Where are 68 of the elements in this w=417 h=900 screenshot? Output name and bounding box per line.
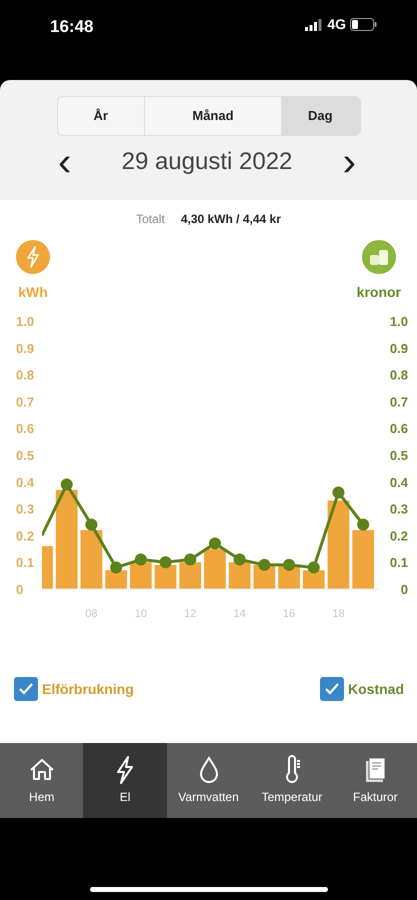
coins-icon [362,240,396,274]
point [357,518,370,531]
y-tick-label: 0.9 [16,340,34,356]
tab-bar-item[interactable]: Fakturor [334,743,417,818]
y-tick-label: 0.7 [16,394,34,410]
bar [42,546,53,589]
y-tick-label: 0.5 [16,448,34,463]
bar [80,530,102,589]
period-tab[interactable]: År [58,97,145,135]
point [134,554,147,566]
y-tick-label: 1.0 [16,314,34,329]
y-tick-label: 0.6 [390,421,408,436]
y-tick-label: 0.8 [16,368,34,383]
point [184,554,196,566]
y-tick-label: 0.3 [390,502,408,517]
y-tick-label: 0.5 [390,448,408,463]
period-tab[interactable]: Dag [282,97,360,135]
total-value: 4,30 kWh / 4,44 kr [180,211,281,228]
y-tick-label: 0.2 [16,528,34,544]
previous-button[interactable]: ‹ [52,142,78,182]
point [110,562,122,574]
y-tick-label: 0.9 [390,340,408,356]
bar [302,570,325,589]
tab-bar-item[interactable]: Temperatur [250,743,334,818]
point [308,562,320,574]
next-button[interactable]: › [336,142,362,182]
point [234,554,246,566]
total-label: Totalt [136,211,165,228]
bar [130,562,152,589]
bar [352,530,374,589]
y-tick-label: 0.8 [390,368,408,383]
axis-unit: kWh [18,283,48,302]
point [283,558,296,571]
bar [179,562,202,589]
checkbox[interactable] [14,677,38,701]
tab-bar-item[interactable]: Varmvatten [166,743,250,818]
point [60,478,73,490]
checkbox[interactable] [320,677,344,701]
signal-icon [305,18,324,30]
point [160,556,172,568]
point [258,558,270,571]
y-tick-label: 1.0 [390,314,408,329]
clock-time: 16:48 [50,16,94,38]
bar [228,562,251,589]
battery-icon [350,18,377,31]
point [332,486,344,499]
point [208,537,221,550]
y-tick-label: 0 [16,582,24,597]
period-tab[interactable]: Månad [144,97,282,135]
lightning-icon [16,240,50,274]
network-label: 4G [327,15,346,34]
tab-bar-item[interactable]: Hem [0,743,84,818]
y-tick-label: 0.1 [390,555,408,570]
y-tick-label: 0.4 [390,474,408,490]
legend-checkbox[interactable]: Kostnad [320,677,404,701]
y-tick-label: 0.6 [16,421,34,436]
y-tick-label: 0.7 [390,394,408,410]
y-tick-label: 0.1 [16,555,34,570]
date-label: 29 augusti 2022 [122,147,292,177]
bar [105,570,127,589]
y-tick-label: 0 [400,582,408,597]
y-tick-label: 0.2 [390,528,408,544]
y-tick-label: 0.3 [16,502,34,517]
tab-bar-item[interactable]: El [83,743,167,818]
bar [204,548,226,589]
point [85,518,98,531]
y-tick-label: 0.4 [16,474,34,490]
axis-unit: kronor [356,283,401,302]
